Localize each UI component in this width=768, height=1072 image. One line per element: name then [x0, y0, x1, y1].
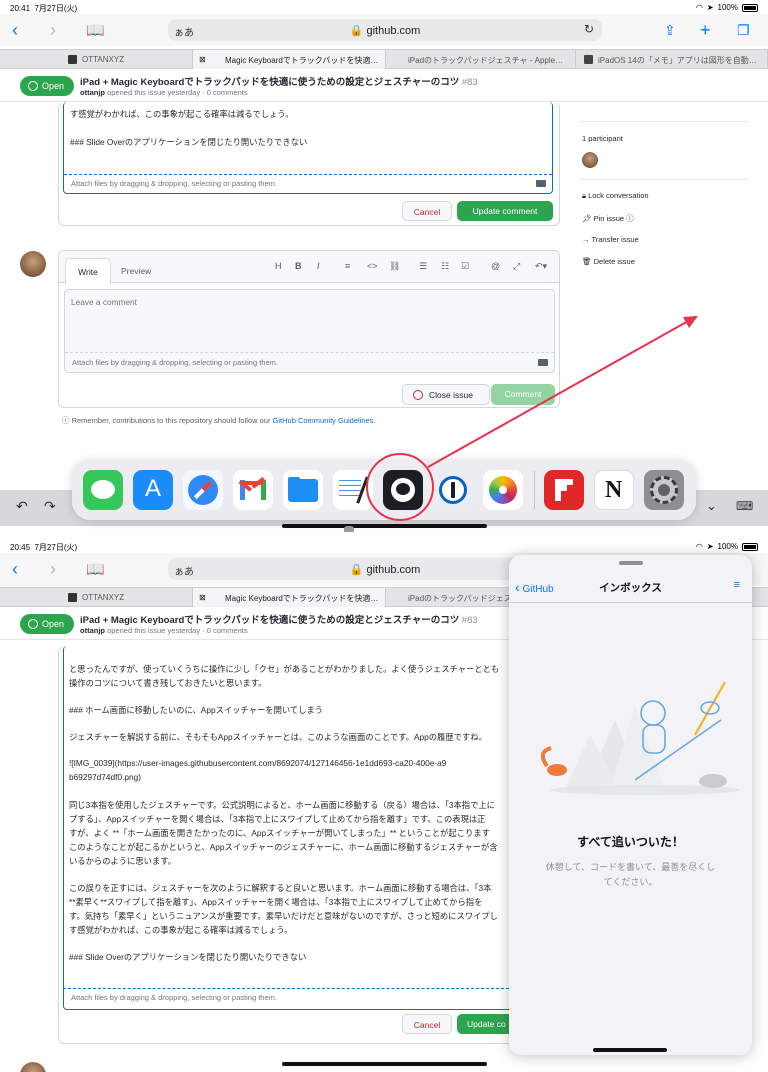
tab-github-issue[interactable]: ⊠ Magic Keyboardでトラックパッドを快適… — [193, 588, 386, 607]
editor-line: すが、よく **「ホーム画面を開きたかったのに、Appスイッチャーが開いてしまっ… — [69, 828, 490, 838]
home-indicator[interactable] — [282, 1062, 487, 1066]
forward-icon[interactable]: › — [50, 559, 56, 580]
bookmarks-icon[interactable]: 📖 — [86, 560, 105, 578]
ottanxyz-favicon — [68, 593, 77, 602]
editor-line: ![IMG_0039](https://user-images.githubus… — [69, 758, 447, 768]
issue-state-badge: Open — [20, 614, 74, 634]
status-time: 20:45 7月27日(火) — [10, 543, 78, 552]
empty-inbox-illustration — [540, 681, 740, 795]
location-icon: ➤ — [706, 542, 714, 551]
panel-nav-bar: ‹ GitHub インボックス ≡ — [509, 569, 752, 603]
editor-line: このようなことが起こるかというと、Appスイッチャーのジェスチャーに、ホーム画面… — [69, 842, 498, 852]
tab-ottanxyz[interactable]: OTTANXYZ — [60, 588, 193, 607]
panel-home-indicator[interactable] — [593, 1048, 667, 1052]
editor-line: と思ったんですが、使っていくうちに操作に少し「クセ」があることがわかりました。よ… — [69, 664, 500, 674]
issue-open-icon — [28, 619, 38, 629]
annotation-overlay — [366, 316, 698, 521]
close-tab-icon[interactable]: ⊠ — [199, 593, 206, 602]
panel-title: インボックス — [599, 582, 662, 594]
cancel-button[interactable]: Cancel — [402, 1014, 452, 1034]
annotation-arrow-line — [427, 319, 691, 468]
empty-state-body: てください。 — [603, 877, 658, 887]
editor-line: b69297d74df0.png) — [69, 772, 141, 782]
editor-line: ### ホーム画面に移動したいのに、Appスイッチャーを開いてしまう — [69, 705, 324, 715]
status-right: ◠ ➤ 100% — [696, 542, 758, 551]
slide-over-handle[interactable] — [619, 561, 643, 565]
wifi-icon: ◠ — [695, 542, 703, 551]
editor-line: この誤りを正すには、ジェスチャーを次のように解釈すると良いと思います。ホーム画面… — [69, 883, 492, 893]
attach-divider — [63, 988, 509, 989]
editor-line: ### Slide Overのアプリケーションを閉じたり開いたりできない — [69, 952, 307, 962]
back-icon[interactable]: ‹ — [12, 559, 18, 580]
bottom-screen: 20:45 7月27日(火) ◠ ➤ 100% ‹ › 📖 ぁあ 🔒 githu… — [0, 536, 768, 1072]
editor-line: す感覚がわかれば、この事象が起こる確率は減るでしょう。 — [69, 925, 293, 935]
avatar[interactable] — [20, 1062, 46, 1072]
empty-state-body: 休憩して、コードを書いて、最善を尽くし — [545, 862, 716, 872]
editor-line: ジェスチャーを解説する前に、そもそもAppスイッチャーとは、このような画面のこと… — [69, 732, 487, 742]
attach-files-hint[interactable]: Attach files by dragging & dropping, sel… — [71, 993, 277, 1002]
editor-line: す。気持ち「素早く」というニュアンスが重要です。素早いだけだと意味がないのですが… — [69, 911, 498, 921]
empty-state-title: すべて追いついた！ — [577, 835, 684, 849]
top-screen: 20:41 7月27日(火) ◠ ➤ 100% ‹ › 📖 ぁあ 🔒 githu… — [0, 0, 768, 536]
issue-meta: ottanjp opened this issue yesterday · 0 … — [80, 626, 248, 635]
editor-line: プする」、Appスイッチャーを開く場合は、「3本指で上にスワイプして止めてから指… — [69, 814, 486, 824]
battery-percent: 100% — [717, 542, 738, 551]
editor-line: いるからのように思います。 — [69, 856, 177, 866]
battery-icon — [742, 542, 758, 551]
editor-line: 同じ3本指を使用したジェスチャーです。公式説明によると、ホーム画面に移動する（戻… — [69, 800, 495, 810]
editor-line: 操作のコツについて書き残しておきたいと思います。 — [69, 678, 267, 688]
issue-title: iPad + Magic Keyboardでトラックパッドを快適に使うための設定… — [80, 615, 478, 626]
update-comment-button[interactable]: Update co — [457, 1014, 517, 1034]
highlight-circle — [366, 453, 434, 521]
editor-line: **素早く**スワイプして指を離す」、Appスイッチャーを開く場合は、「3本指で… — [69, 897, 483, 907]
filter-icon[interactable]: ≡ — [734, 579, 740, 591]
slide-over-panel: ‹ GitHub インボックス ≡ すべて追いついた！ 休憩して、コードを書いて… — [509, 555, 752, 1055]
